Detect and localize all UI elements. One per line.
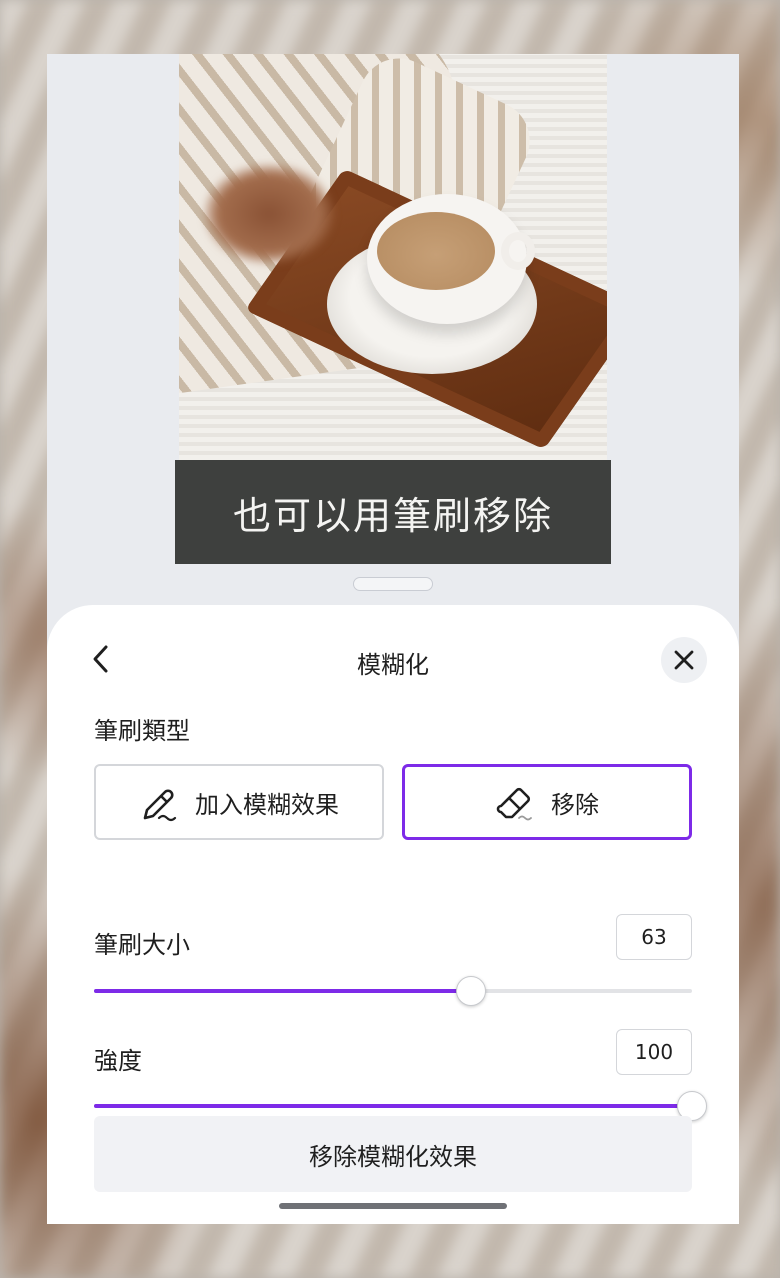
photo-blurred-area bbox=[204, 164, 334, 264]
slider-fill bbox=[94, 1104, 692, 1108]
brush-size-label: 筆刷大小 bbox=[94, 931, 190, 959]
remove-brush-label: 移除 bbox=[551, 790, 599, 819]
brush-size-value[interactable]: 63 bbox=[616, 914, 692, 960]
sheet-title: 模糊化 bbox=[357, 651, 429, 679]
blur-settings-sheet: 模糊化 筆刷類型 加入模糊效果 移除 筆刷大小 63 強度 100 移除模糊化效… bbox=[47, 605, 739, 1224]
brush-pen-icon bbox=[143, 789, 177, 822]
slider-thumb[interactable] bbox=[455, 976, 486, 1006]
caption-text: 也可以用筆刷移除 bbox=[175, 460, 611, 564]
brush-type-label: 筆刷類型 bbox=[94, 717, 190, 745]
brush-size-slider[interactable] bbox=[94, 976, 692, 1006]
photo-cup-handle bbox=[501, 232, 535, 270]
intensity-value[interactable]: 100 bbox=[616, 1029, 692, 1075]
add-blur-label: 加入模糊效果 bbox=[195, 790, 339, 819]
add-blur-button[interactable]: 加入模糊效果 bbox=[94, 764, 384, 840]
home-indicator bbox=[279, 1203, 507, 1209]
app-screen: 也可以用筆刷移除 模糊化 筆刷類型 加入模糊效果 移除 筆刷大小 63 強度 1… bbox=[47, 54, 739, 1224]
close-button[interactable] bbox=[661, 637, 707, 683]
remove-brush-button[interactable]: 移除 bbox=[402, 764, 692, 840]
slider-fill bbox=[94, 989, 471, 993]
intensity-label: 強度 bbox=[94, 1047, 142, 1075]
sheet-grabber[interactable] bbox=[353, 577, 433, 591]
close-icon bbox=[674, 650, 694, 670]
photo-canvas[interactable] bbox=[179, 54, 607, 460]
photo-coffee bbox=[377, 212, 495, 290]
remove-blur-effect-button[interactable]: 移除模糊化效果 bbox=[94, 1116, 692, 1192]
eraser-icon bbox=[496, 787, 532, 821]
